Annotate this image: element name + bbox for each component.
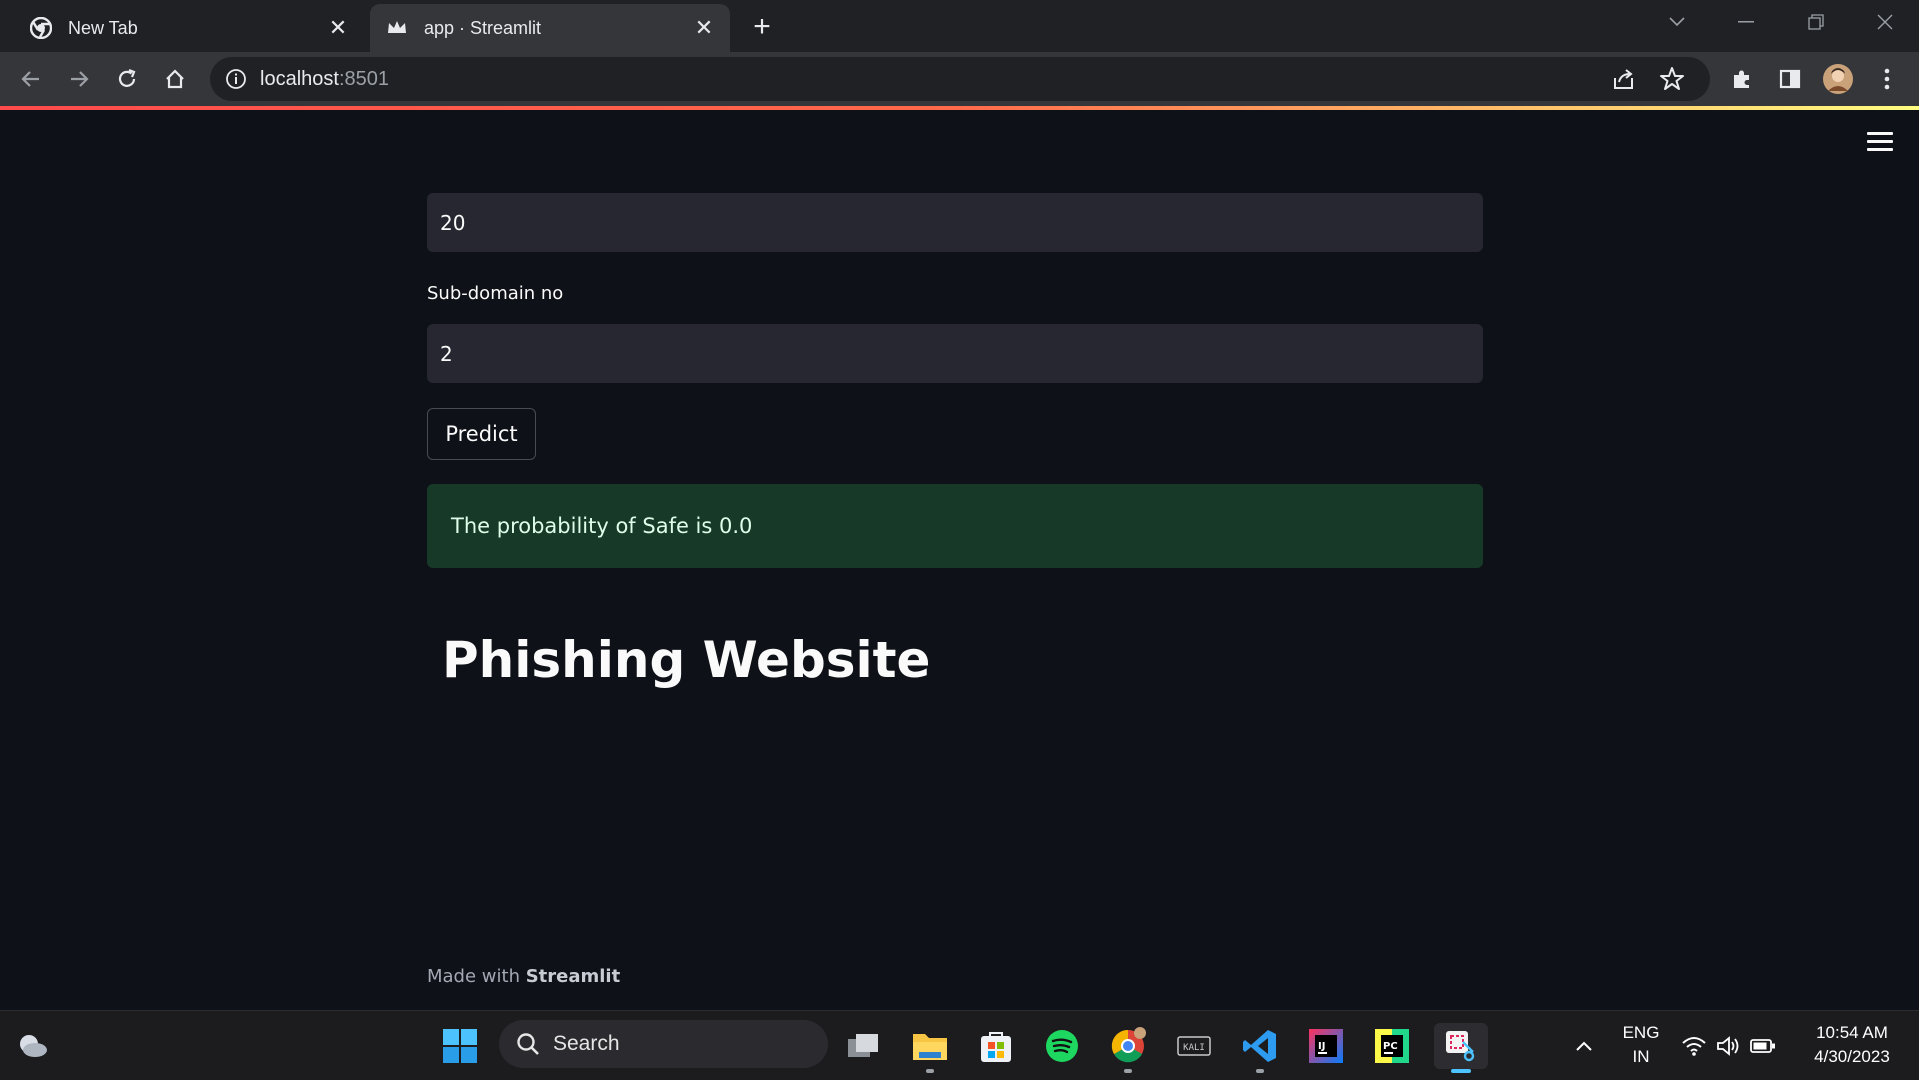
- tab-title: app · Streamlit: [424, 17, 542, 38]
- new-tab-button[interactable]: +: [744, 10, 780, 46]
- taskbar-search[interactable]: Search: [499, 1020, 828, 1068]
- url-text: localhost:8501: [260, 68, 389, 91]
- bookmark-star-icon[interactable]: [1658, 65, 1686, 93]
- tab-search-chevron-icon[interactable]: [1643, 0, 1711, 44]
- input-language-indicator[interactable]: ENG IN: [1616, 1021, 1666, 1069]
- start-windows-icon[interactable]: [437, 1023, 483, 1069]
- svg-text:IJ: IJ: [1318, 1041, 1325, 1052]
- svg-text:KALI: KALI: [1183, 1043, 1205, 1053]
- more-menu-icon[interactable]: [1868, 60, 1906, 98]
- intellij-icon[interactable]: IJ: [1303, 1023, 1349, 1069]
- search-placeholder: Search: [553, 1032, 620, 1055]
- kali-linux-icon[interactable]: KALI: [1171, 1023, 1217, 1069]
- streamlit-app-page: 20 Sub-domain no 2 Predict The probabili…: [0, 110, 1919, 1010]
- search-icon: [517, 1033, 539, 1055]
- language-code: ENG: [1622, 1023, 1660, 1042]
- extensions-puzzle-icon[interactable]: [1723, 60, 1761, 98]
- close-tab-icon[interactable]: ✕: [324, 14, 352, 42]
- footer-streamlit-link[interactable]: Streamlit: [526, 966, 621, 987]
- result-heading: Phishing Website: [442, 631, 931, 689]
- wifi-icon: [1682, 1037, 1706, 1056]
- streamlit-crown-icon: [386, 17, 408, 39]
- spotify-icon[interactable]: [1039, 1023, 1085, 1069]
- tab-streamlit-app[interactable]: app · Streamlit ✕: [370, 4, 730, 52]
- windows-taskbar: Search KALI IJ PC ENG IN 10:54 AM 4/30/2…: [0, 1010, 1919, 1080]
- clock-time: 10:54 AM: [1816, 1023, 1888, 1042]
- clock[interactable]: 10:54 AM 4/30/2023: [1798, 1021, 1906, 1069]
- tab-new-tab[interactable]: New Tab ✕: [14, 4, 364, 52]
- close-tab-icon[interactable]: ✕: [690, 14, 718, 42]
- chrome-taskbar-icon[interactable]: [1105, 1023, 1151, 1073]
- url-host: localhost: [260, 68, 339, 90]
- result-success-alert: The probability of Safe is 0.0: [427, 484, 1483, 568]
- profile-avatar[interactable]: [1819, 60, 1857, 98]
- subdomain-label: Sub-domain no: [427, 283, 564, 304]
- close-window-icon[interactable]: [1851, 0, 1919, 44]
- chrome-icon: [30, 17, 52, 39]
- vscode-icon[interactable]: [1237, 1023, 1283, 1073]
- site-info-icon[interactable]: [224, 67, 248, 91]
- weather-widget-icon[interactable]: [10, 1023, 56, 1069]
- volume-icon: [1717, 1036, 1739, 1056]
- pycharm-icon[interactable]: PC: [1369, 1023, 1415, 1069]
- url-length-input[interactable]: 20: [427, 193, 1483, 252]
- file-explorer-icon[interactable]: [907, 1023, 953, 1073]
- home-icon[interactable]: [156, 60, 194, 98]
- forward-arrow-icon[interactable]: [60, 60, 98, 98]
- svg-text:PC: PC: [1383, 1041, 1398, 1052]
- footer-made-with: Made with Streamlit: [427, 966, 620, 987]
- side-panel-icon[interactable]: [1771, 60, 1809, 98]
- main-menu-icon[interactable]: [1867, 132, 1893, 154]
- browser-toolbar: localhost:8501: [0, 52, 1919, 106]
- language-region: IN: [1632, 1047, 1650, 1066]
- back-arrow-icon[interactable]: [12, 60, 50, 98]
- battery-icon: [1750, 1039, 1775, 1053]
- clock-date: 4/30/2023: [1814, 1047, 1890, 1066]
- browser-tab-strip: New Tab ✕ app · Streamlit ✕ +: [0, 0, 1919, 52]
- footer-prefix: Made with: [427, 966, 526, 987]
- address-bar[interactable]: localhost:8501: [210, 57, 1710, 101]
- predict-button[interactable]: Predict: [427, 408, 536, 460]
- quick-settings-tray[interactable]: [1674, 1023, 1784, 1069]
- task-view-icon[interactable]: [841, 1023, 887, 1069]
- reload-icon[interactable]: [108, 60, 146, 98]
- share-icon[interactable]: [1610, 65, 1638, 93]
- tab-title: New Tab: [68, 17, 138, 38]
- minimize-icon[interactable]: [1712, 0, 1780, 44]
- snipping-tool-icon[interactable]: [1434, 1023, 1488, 1073]
- microsoft-store-icon[interactable]: [973, 1023, 1019, 1069]
- tray-overflow-chevron-icon[interactable]: [1561, 1023, 1607, 1069]
- restore-icon[interactable]: [1782, 0, 1850, 44]
- subdomain-input[interactable]: 2: [427, 324, 1483, 383]
- url-port: :8501: [338, 68, 389, 90]
